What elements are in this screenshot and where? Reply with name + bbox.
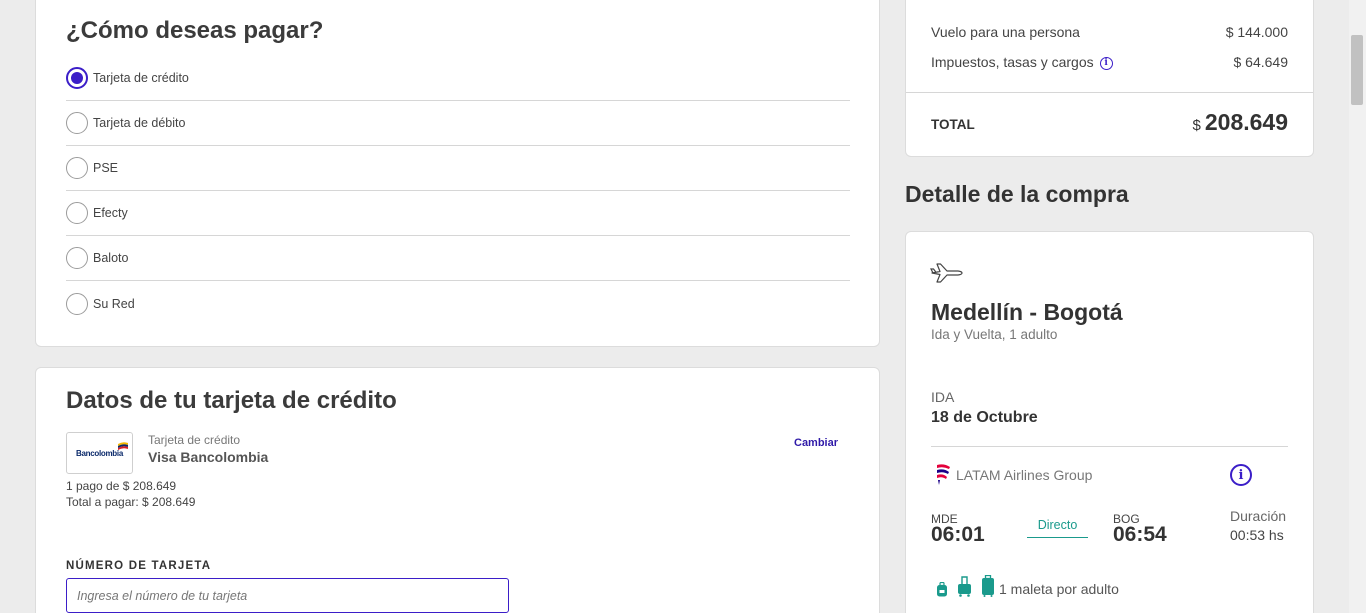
payment-option-efecty[interactable]: Efecty	[66, 191, 850, 236]
payment-options-list: Tarjeta de crédito Tarjeta de débito PSE…	[66, 56, 850, 326]
leg-divider	[931, 446, 1288, 447]
baggage-text: 1 maleta por adulto	[999, 581, 1119, 597]
arrival-time: 06:54	[1113, 523, 1167, 546]
duration-label: Duración	[1230, 508, 1287, 524]
taxes-row: Impuestos, tasas y cargos i $ 64.649	[931, 54, 1288, 70]
total-value-wrap: $208.649	[1193, 109, 1288, 136]
radio-baloto[interactable]	[66, 247, 88, 269]
total-value: 208.649	[1204, 109, 1288, 135]
total-label: TOTAL	[931, 117, 975, 132]
payment-option-baloto[interactable]: Baloto	[66, 236, 850, 281]
carry-on-icon	[958, 576, 971, 597]
radio-credit-card[interactable]	[66, 67, 88, 89]
airline-name: LATAM Airlines Group	[956, 467, 1093, 483]
payment-option-credit-card[interactable]: Tarjeta de crédito	[66, 56, 850, 101]
flight-type-direct: Directo	[1027, 518, 1088, 538]
card-number-label: NÚMERO DE TARJETA	[66, 560, 212, 572]
option-label: Tarjeta de débito	[93, 116, 186, 130]
flight-price-row: Vuelo para una persona $ 144.000	[931, 24, 1288, 40]
total-currency: $	[1192, 117, 1201, 134]
suitcase-icon	[982, 575, 994, 597]
payment-method-title: ¿Cómo deseas pagar?	[66, 17, 324, 44]
trip-type: Ida y Vuelta, 1 adulto	[931, 327, 1058, 342]
option-label: PSE	[93, 161, 119, 175]
total-to-pay-text: Total a pagar: $ 208.649	[66, 495, 196, 509]
flight-info-icon[interactable]: i	[1230, 464, 1252, 486]
option-label: Tarjeta de crédito	[93, 71, 189, 85]
flight-detail-card: Medellín - Bogotá Ida y Vuelta, 1 adulto…	[905, 231, 1314, 613]
flight-price-value: $ 144.000	[1225, 24, 1288, 40]
route-title: Medellín - Bogotá	[931, 299, 1123, 325]
radio-efecty[interactable]	[66, 202, 88, 224]
leg-label: IDA	[931, 389, 955, 405]
option-label: Efecty	[93, 206, 128, 220]
plane-icon	[930, 263, 963, 283]
card-name: Visa Bancolombia	[148, 449, 269, 465]
page-scrollbar[interactable]	[1349, 0, 1366, 613]
radio-debit-card[interactable]	[66, 112, 88, 134]
card-data-card: Datos de tu tarjeta de crédito Bancolomb…	[35, 367, 880, 613]
duration-value: 00:53 hs	[1230, 527, 1284, 543]
backpack-icon	[937, 582, 947, 597]
change-card-link[interactable]: Cambiar	[794, 437, 838, 449]
info-icon[interactable]: i	[1099, 56, 1113, 70]
taxes-value: $ 64.649	[1233, 54, 1289, 70]
summary-divider	[906, 92, 1313, 93]
payment-option-debit-card[interactable]: Tarjeta de débito	[66, 101, 850, 146]
installments-text: 1 pago de $ 208.649	[66, 479, 177, 493]
payment-option-su-red[interactable]: Su Red	[66, 281, 850, 326]
radio-su-red[interactable]	[66, 292, 88, 315]
option-label: Su Red	[93, 296, 135, 311]
payment-option-pse[interactable]: PSE	[66, 146, 850, 191]
bank-flag-icon	[118, 442, 128, 450]
card-number-input[interactable]	[66, 578, 509, 613]
scrollbar-thumb[interactable]	[1351, 35, 1363, 105]
taxes-label-wrap: Impuestos, tasas y cargos i	[931, 54, 1113, 70]
latam-logo-icon	[937, 464, 950, 485]
option-label: Baloto	[93, 251, 129, 265]
card-type: Tarjeta de crédito	[148, 433, 241, 447]
leg-date: 18 de Octubre	[931, 409, 1038, 426]
bank-logo: Bancolombia	[66, 432, 133, 474]
radio-pse[interactable]	[66, 157, 88, 179]
baggage-info: 1 maleta por adulto	[936, 575, 1119, 597]
price-summary-card: Vuelo para una persona $ 144.000 Impuest…	[905, 0, 1314, 157]
flight-price-label: Vuelo para una persona	[931, 24, 1080, 40]
card-data-title: Datos de tu tarjeta de crédito	[66, 387, 397, 414]
purchase-detail-title: Detalle de la compra	[905, 181, 1129, 207]
payment-method-card: ¿Cómo deseas pagar? Tarjeta de crédito T…	[35, 0, 880, 347]
departure-time: 06:01	[931, 523, 985, 546]
bank-logo-text: Bancolombia	[76, 448, 123, 458]
taxes-label: Impuestos, tasas y cargos	[931, 54, 1094, 70]
